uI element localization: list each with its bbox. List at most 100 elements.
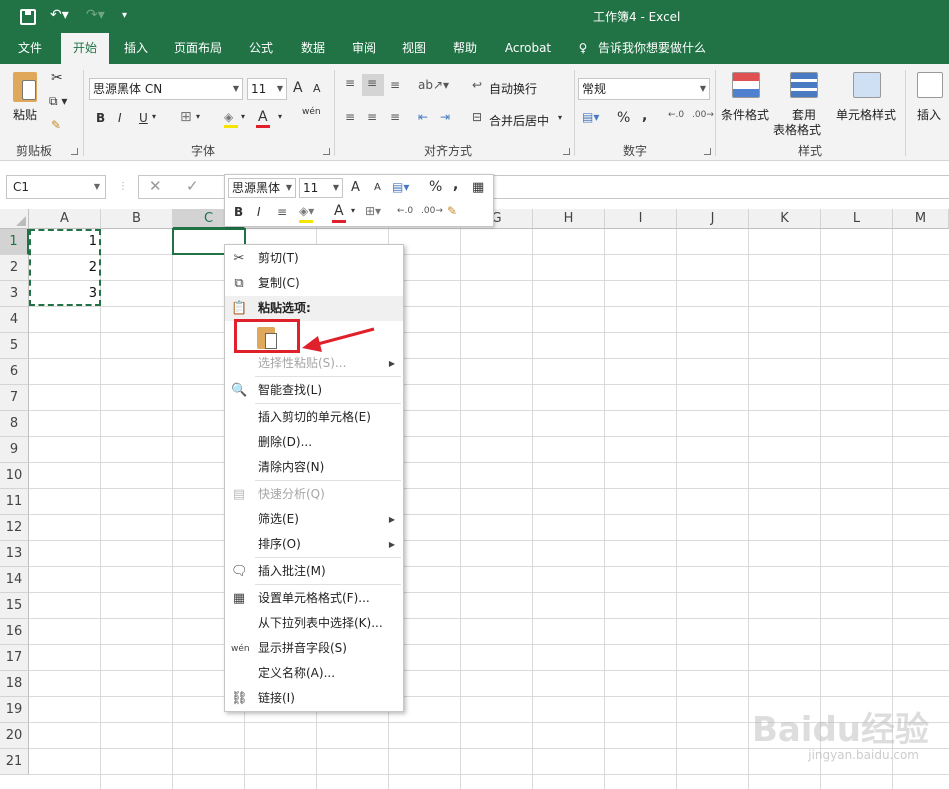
comma-style-button[interactable]: , [642, 108, 647, 124]
italic-button[interactable]: I [118, 111, 122, 125]
font-name-select[interactable]: 思源黑体 CN ▼ [89, 78, 243, 100]
clipboard-launcher-icon[interactable] [71, 148, 78, 155]
number-launcher-icon[interactable] [704, 148, 711, 155]
underline-dropdown-icon[interactable]: ▾ [152, 112, 156, 121]
column-header-h[interactable]: H [533, 209, 605, 229]
row-header-10[interactable]: 10 [0, 463, 29, 489]
select-all-corner[interactable] [0, 209, 29, 229]
underline-button[interactable]: U [139, 111, 148, 125]
menu-sort[interactable]: 排序(O) ▶ [225, 532, 403, 557]
row-header-4[interactable]: 4 [0, 307, 29, 333]
row-header-6[interactable]: 6 [0, 359, 29, 385]
row-header-8[interactable]: 8 [0, 411, 29, 437]
mini-decrease-decimal-icon[interactable]: .00→ [421, 206, 443, 216]
format-as-table-icon[interactable] [790, 72, 818, 98]
save-icon[interactable] [20, 9, 36, 25]
font-color-icon[interactable]: A [258, 109, 268, 125]
font-color-dropdown-icon[interactable]: ▾ [278, 112, 282, 121]
menu-cut[interactable]: ✂ 剪切(T) [225, 246, 403, 271]
borders-dropdown-icon[interactable]: ▾ [196, 112, 200, 121]
accounting-format-icon[interactable]: ▤▾ [582, 110, 599, 124]
increase-indent-icon[interactable]: ⇥ [440, 110, 450, 124]
mini-accounting-icon[interactable]: ▤▾ [392, 180, 409, 194]
menu-copy[interactable]: ⧉ 复制(C) [225, 271, 403, 296]
mini-italic-button[interactable]: I [257, 205, 261, 219]
mini-grow-font-icon[interactable]: A [351, 180, 360, 195]
column-header-k[interactable]: K [749, 209, 821, 229]
column-header-i[interactable]: I [605, 209, 677, 229]
align-top-icon[interactable]: ≡ [345, 76, 355, 90]
menu-format-cells[interactable]: ▦ 设置单元格格式(F)... [225, 586, 403, 611]
row-header-17[interactable]: 17 [0, 645, 29, 671]
format-painter-icon[interactable]: ✎ [51, 118, 61, 132]
mini-percent-button[interactable]: % [429, 179, 442, 195]
mini-increase-decimal-icon[interactable]: ←.0 [397, 206, 413, 216]
paste-button[interactable]: 粘贴 [13, 106, 37, 123]
menu-delete[interactable]: 删除(D)... [225, 430, 403, 455]
mini-center-icon[interactable]: ≡ [277, 205, 287, 219]
mini-shrink-font-icon[interactable]: A [374, 182, 381, 193]
align-middle-icon[interactable]: ≡ [367, 76, 377, 90]
decrease-decimal-icon[interactable]: .00→ [692, 110, 714, 120]
phonetic-icon[interactable]: wén [302, 107, 321, 117]
row-header-2[interactable]: 2 [0, 255, 29, 281]
tab-insert[interactable]: 插入 [115, 33, 157, 64]
mini-size-select[interactable]: 11 ▼ [299, 178, 343, 198]
cell-styles-button[interactable]: 单元格样式 [836, 106, 896, 123]
mini-bold-button[interactable]: B [234, 205, 243, 219]
row-header-19[interactable]: 19 [0, 697, 29, 723]
format-as-table-label-b[interactable]: 表格格式 [773, 121, 821, 138]
bold-button[interactable]: B [96, 111, 105, 125]
decrease-indent-icon[interactable]: ⇤ [418, 110, 428, 124]
row-header-12[interactable]: 12 [0, 515, 29, 541]
menu-filter[interactable]: 筛选(E) ▶ [225, 507, 403, 532]
row-header-7[interactable]: 7 [0, 385, 29, 411]
grow-font-icon[interactable]: A [293, 80, 303, 96]
merge-center-icon[interactable]: ⊟ [472, 110, 482, 124]
row-header-13[interactable]: 13 [0, 541, 29, 567]
row-header-21[interactable]: 21 [0, 749, 29, 775]
mini-font-color-icon[interactable]: A [334, 203, 344, 219]
tab-review[interactable]: 审阅 [343, 33, 385, 64]
mini-format-painter-icon[interactable]: ✎ [447, 204, 457, 218]
column-header-m[interactable]: M [893, 209, 949, 229]
row-header-1[interactable]: 1 [0, 229, 29, 255]
mini-comma-button[interactable]: , [453, 177, 458, 193]
menu-clear[interactable]: 清除内容(N) [225, 455, 403, 480]
percent-style-button[interactable]: % [617, 110, 630, 126]
undo-icon[interactable]: ↶▾ [50, 7, 69, 23]
cancel-icon[interactable]: ✕ [149, 177, 162, 195]
cell-styles-icon[interactable] [853, 72, 881, 98]
column-header-l[interactable]: L [821, 209, 893, 229]
row-header-5[interactable]: 5 [0, 333, 29, 359]
fill-color-dropdown-icon[interactable]: ▾ [241, 112, 245, 121]
row-header-18[interactable]: 18 [0, 671, 29, 697]
conditional-format-icon[interactable] [732, 72, 760, 98]
insert-cells-button[interactable]: 插入 [917, 106, 941, 123]
insert-cells-icon[interactable] [917, 72, 943, 98]
menu-quick-analysis[interactable]: ▤ 快速分析(Q) [225, 482, 403, 507]
tab-home[interactable]: 开始 [61, 33, 109, 64]
row-header-20[interactable]: 20 [0, 723, 29, 749]
mini-fill-color-icon[interactable]: ◈▾ [299, 204, 314, 218]
redo-icon[interactable]: ↷▾ [86, 7, 105, 23]
tab-formulas[interactable]: 公式 [240, 33, 282, 64]
increase-decimal-icon[interactable]: ←.0 [668, 110, 684, 120]
menu-link[interactable]: ⛓ 链接(I) [225, 686, 403, 711]
row-header-9[interactable]: 9 [0, 437, 29, 463]
cut-icon[interactable]: ✂ [51, 70, 63, 86]
customize-qat-icon[interactable]: ▾ [122, 10, 127, 21]
tab-view[interactable]: 视图 [393, 33, 435, 64]
row-header-3[interactable]: 3 [0, 281, 29, 307]
align-right-icon[interactable]: ≡ [390, 110, 400, 124]
menu-define-name[interactable]: 定义名称(A)... [225, 661, 403, 686]
menu-phonetic[interactable]: wén 显示拼音字段(S) [225, 636, 403, 661]
column-header-j[interactable]: J [677, 209, 749, 229]
align-bottom-icon[interactable]: ≡ [390, 78, 400, 92]
mini-format-cells-icon[interactable]: ▦ [472, 180, 484, 195]
menu-smart-lookup[interactable]: 🔍 智能查找(L) [225, 378, 403, 403]
orientation-icon[interactable]: ab↗▾ [418, 78, 449, 92]
row-header-14[interactable]: 14 [0, 567, 29, 593]
mini-borders-icon[interactable]: ⊞▾ [365, 204, 381, 218]
menu-pick-list[interactable]: 从下拉列表中选择(K)... [225, 611, 403, 636]
